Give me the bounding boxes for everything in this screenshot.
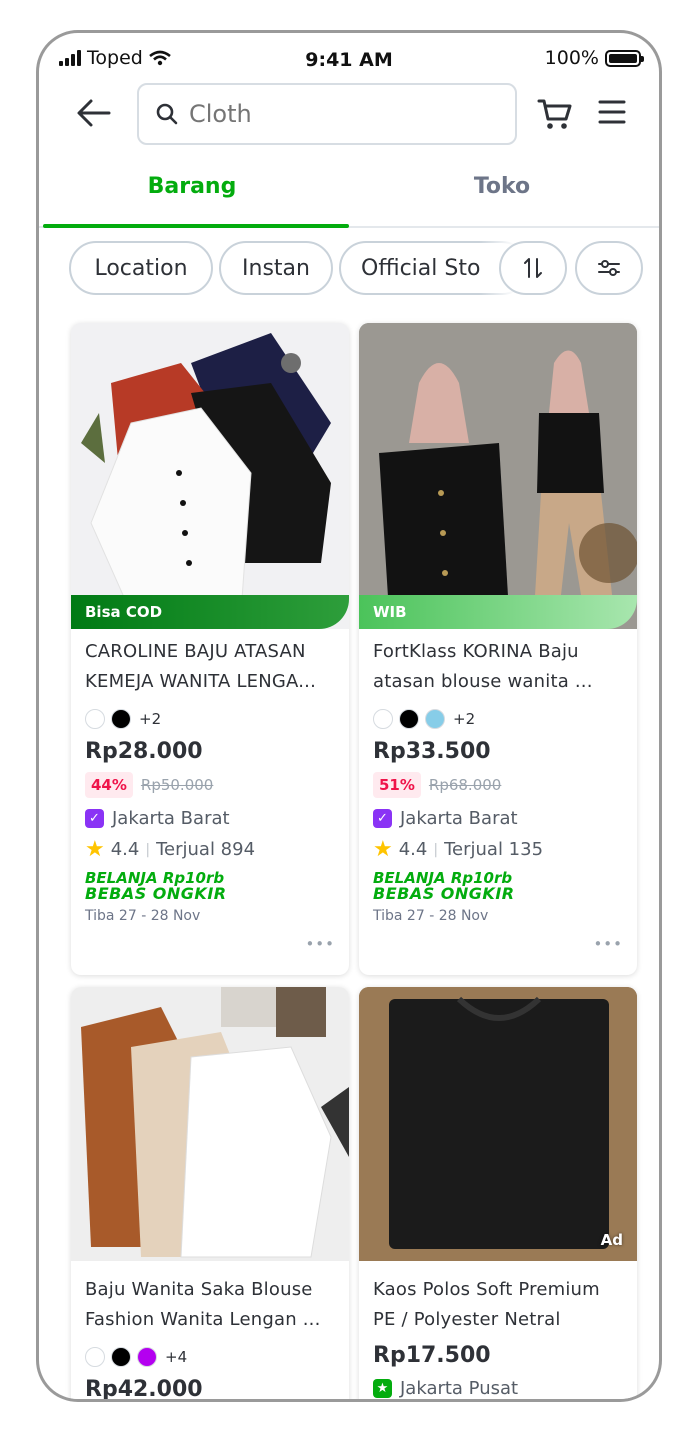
rating-divider: | bbox=[145, 841, 151, 858]
filter-button[interactable] bbox=[575, 241, 643, 295]
delivery-eta: Tiba 27 - 28 Nov bbox=[373, 908, 489, 924]
shop-location: ✓ Jakarta Barat bbox=[85, 808, 335, 829]
top-bar bbox=[39, 83, 659, 145]
phone-frame: Toped 9:41 AM 100% Barang Toko Location … bbox=[36, 30, 662, 1402]
arrow-left-icon[interactable] bbox=[75, 95, 115, 131]
product-card[interactable]: WIB FortKlass KORINA Baju atasan blouse … bbox=[359, 323, 637, 975]
rating-value: 4.4 bbox=[110, 839, 140, 860]
color-swatch bbox=[85, 1347, 105, 1367]
product-title-line: FortKlass KORINA Baju bbox=[373, 641, 579, 662]
active-tab-indicator bbox=[43, 224, 349, 228]
status-bar: Toped 9:41 AM 100% bbox=[39, 45, 659, 75]
delivery-eta: Tiba 27 - 28 Nov bbox=[85, 908, 201, 924]
shop-badge-icon: ✓ bbox=[373, 809, 392, 828]
battery-icon bbox=[605, 49, 644, 67]
color-swatch bbox=[111, 709, 131, 729]
color-swatches: +2 bbox=[373, 707, 623, 731]
filter-bar: Location Instan Official Sto bbox=[69, 241, 649, 297]
product-price: Rp42.000 bbox=[85, 1377, 203, 1402]
original-price: Rp50.000 bbox=[140, 776, 214, 794]
tab-toko[interactable]: Toko bbox=[349, 174, 655, 199]
tab-bar: Barang Toko bbox=[39, 158, 659, 228]
sort-button[interactable] bbox=[499, 241, 567, 295]
product-title-line: atasan blouse wanita ... bbox=[373, 671, 593, 692]
sold-count: Terjual 135 bbox=[444, 839, 544, 860]
product-card[interactable]: Ad Kaos Polos Soft Premium PE / Polyeste… bbox=[359, 987, 637, 1399]
discount-row: 51% Rp68.000 bbox=[373, 772, 623, 798]
color-swatch bbox=[85, 709, 105, 729]
product-info: CAROLINE BAJU ATASAN KEMEJA WANITA LENGA… bbox=[85, 637, 335, 924]
more-dots-icon[interactable]: ••• bbox=[305, 935, 335, 953]
more-colors: +2 bbox=[139, 710, 162, 728]
more-dots-icon[interactable]: ••• bbox=[593, 935, 623, 953]
product-image bbox=[359, 323, 637, 629]
product-info: Baju Wanita Saka Blouse Fashion Wanita L… bbox=[85, 1275, 335, 1402]
location-text: Jakarta Barat bbox=[112, 808, 230, 829]
product-title-line: CAROLINE BAJU ATASAN bbox=[85, 641, 306, 662]
color-swatches: +2 bbox=[85, 707, 335, 731]
star-icon: ★ bbox=[85, 836, 105, 862]
more-colors: +2 bbox=[453, 710, 476, 728]
color-swatch bbox=[399, 709, 419, 729]
filter-chip-location[interactable]: Location bbox=[69, 241, 213, 295]
product-image bbox=[71, 987, 349, 1261]
promo-line: BEBAS ONGKIR bbox=[373, 884, 515, 903]
free-shipping-label: BELANJA Rp10rb BEBAS ONGKIR bbox=[373, 870, 623, 902]
search-box[interactable] bbox=[137, 83, 517, 145]
tab-barang[interactable]: Barang bbox=[39, 174, 345, 199]
shop-badge-icon: ★ bbox=[373, 1379, 392, 1398]
shop-location: ✓ Jakarta Barat bbox=[373, 808, 623, 829]
battery-percent: 100% bbox=[544, 47, 599, 69]
search-icon bbox=[156, 103, 178, 125]
status-right: 100% bbox=[544, 47, 644, 69]
product-title-line: Baju Wanita Saka Blouse bbox=[85, 1279, 313, 1300]
product-image bbox=[71, 323, 349, 629]
product-info: Kaos Polos Soft Premium PE / Polyester N… bbox=[373, 1275, 623, 1399]
product-card[interactable]: Baju Wanita Saka Blouse Fashion Wanita L… bbox=[71, 987, 349, 1402]
product-price: Rp28.000 bbox=[85, 739, 203, 764]
search-input[interactable] bbox=[189, 100, 489, 128]
free-shipping-label: BELANJA Rp10rb BEBAS ONGKIR bbox=[85, 870, 335, 902]
product-title-line: PE / Polyester Netral bbox=[373, 1309, 561, 1330]
ad-label: Ad bbox=[600, 1231, 623, 1249]
location-text: Jakarta Barat bbox=[400, 808, 518, 829]
product-title-line: Kaos Polos Soft Premium bbox=[373, 1279, 600, 1300]
product-price: Rp33.500 bbox=[373, 739, 491, 764]
sold-count: Terjual 894 bbox=[156, 839, 256, 860]
discount-badge: 44% bbox=[85, 772, 133, 798]
shop-badge-icon: ✓ bbox=[85, 809, 104, 828]
product-price: Rp17.500 bbox=[373, 1343, 491, 1368]
discount-row: 44% Rp50.000 bbox=[85, 772, 335, 798]
location-text: Jakarta Pusat bbox=[400, 1378, 519, 1399]
color-swatch bbox=[425, 709, 445, 729]
more-colors: +4 bbox=[165, 1348, 188, 1366]
color-swatch bbox=[111, 1347, 131, 1367]
product-image: Ad bbox=[359, 987, 637, 1261]
sort-icon bbox=[524, 258, 542, 278]
shop-location: ★ Jakarta Pusat bbox=[373, 1378, 623, 1399]
original-price: Rp68.000 bbox=[428, 776, 502, 794]
star-icon: ★ bbox=[373, 836, 393, 862]
product-info: FortKlass KORINA Baju atasan blouse wani… bbox=[373, 637, 623, 924]
discount-badge: 51% bbox=[373, 772, 421, 798]
product-card[interactable]: Bisa COD CAROLINE BAJU ATASAN KEMEJA WAN… bbox=[71, 323, 349, 975]
promo-line: BEBAS ONGKIR bbox=[85, 884, 227, 903]
product-title-line: KEMEJA WANITA LENGA... bbox=[85, 671, 317, 692]
rating-row: ★ 4.4 | Terjual 135 bbox=[373, 836, 623, 862]
rating-row: ★ 4.4 | Terjual 894 bbox=[85, 836, 335, 862]
rating-value: 4.4 bbox=[398, 839, 428, 860]
product-title-line: Fashion Wanita Lengan ... bbox=[85, 1309, 321, 1330]
cart-icon[interactable] bbox=[537, 97, 573, 131]
filter-sliders-icon bbox=[598, 260, 620, 276]
ribbon-label: Bisa COD bbox=[71, 595, 349, 629]
color-swatches: +4 bbox=[85, 1345, 335, 1369]
rating-divider: | bbox=[433, 841, 439, 858]
color-swatch bbox=[137, 1347, 157, 1367]
hamburger-menu-icon[interactable] bbox=[597, 97, 627, 127]
color-swatch bbox=[373, 709, 393, 729]
filter-chip-instan[interactable]: Instan bbox=[219, 241, 333, 295]
ribbon-label: WIB bbox=[359, 595, 637, 629]
